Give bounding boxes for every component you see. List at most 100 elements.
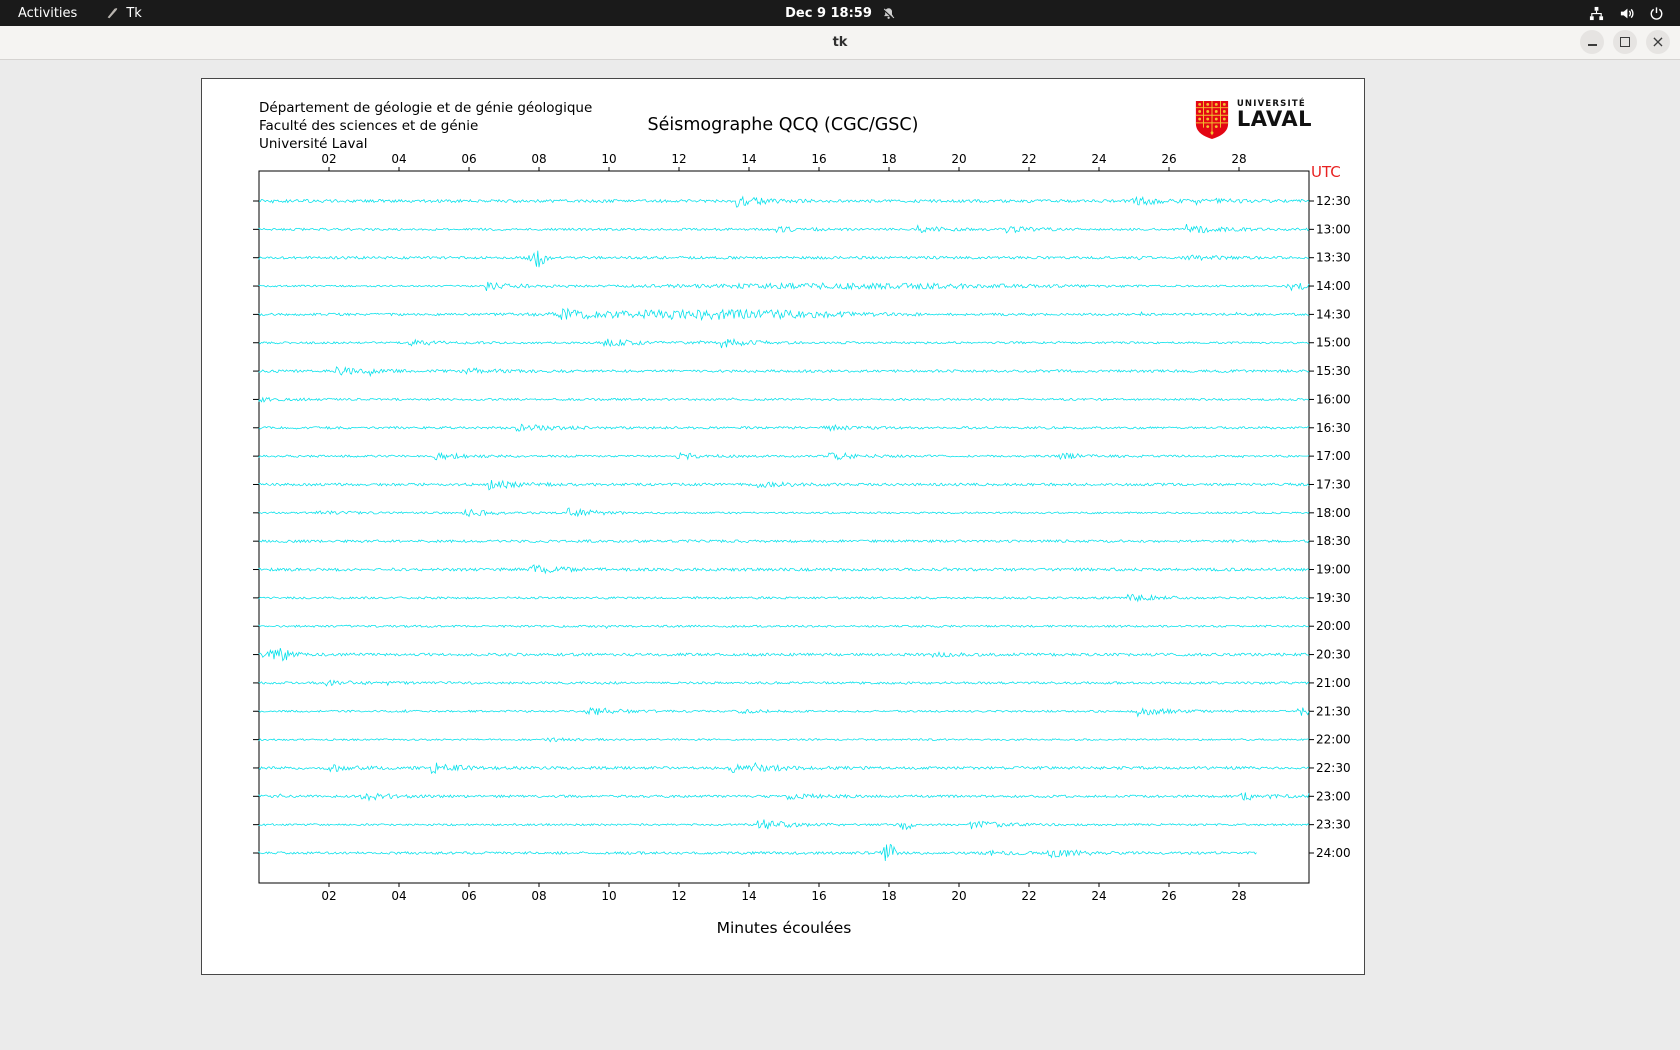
time-label: 16:30 (1316, 421, 1351, 435)
trace-row (258, 281, 1310, 292)
time-label: 23:30 (1316, 818, 1351, 832)
x-tick-label: 22 (1021, 152, 1036, 166)
volume-icon (1619, 6, 1634, 21)
x-tick-label: 18 (881, 152, 896, 166)
trace-row (258, 195, 1310, 208)
x-tick-label: 12 (671, 889, 686, 903)
trace-row (258, 564, 1310, 575)
trace-row (258, 539, 1310, 544)
window-titlebar[interactable]: tk × (0, 26, 1680, 60)
trace-row (258, 396, 1310, 403)
x-tick-label: 28 (1231, 889, 1246, 903)
x-tick-label: 20 (951, 152, 966, 166)
system-top-bar: Activities Tk Dec 9 18:59 (0, 0, 1680, 26)
window-content: Département de géologie et de génie géol… (0, 60, 1680, 1050)
time-label: 18:00 (1316, 506, 1351, 520)
plot-border (258, 170, 1310, 884)
x-tick-label: 26 (1161, 889, 1176, 903)
x-tick-label: 04 (391, 152, 406, 166)
time-label: 13:00 (1316, 222, 1351, 236)
trace-row (258, 679, 1310, 687)
x-tick-label: 24 (1091, 889, 1106, 903)
trace-row (258, 338, 1310, 349)
x-tick-label: 10 (601, 152, 616, 166)
clock-label: Dec 9 18:59 (785, 5, 872, 21)
close-icon: × (1651, 32, 1665, 51)
trace-row (258, 737, 1309, 743)
seismograph-panel: Département de géologie et de génie géol… (201, 78, 1365, 975)
x-tick-label: 28 (1231, 152, 1246, 166)
x-tick-label: 16 (811, 889, 826, 903)
time-label: 14:00 (1316, 279, 1351, 293)
trace-row (258, 624, 1310, 629)
time-label: 12:30 (1316, 194, 1351, 208)
x-tick-label: 12 (671, 152, 686, 166)
time-label: 22:00 (1316, 733, 1351, 747)
trace-row (258, 647, 1310, 662)
activities-label: Activities (18, 5, 78, 21)
trace-row (258, 593, 1310, 603)
trace-row (258, 792, 1310, 802)
time-label: 17:30 (1316, 477, 1351, 491)
time-label: 19:00 (1316, 563, 1351, 577)
activities-button[interactable]: Activities (14, 0, 81, 26)
x-tick-label: 14 (741, 152, 756, 166)
window-title: tk (832, 35, 848, 50)
time-label: 24:00 (1316, 846, 1351, 860)
time-label: 13:30 (1316, 251, 1351, 265)
system-status-area[interactable] (1589, 0, 1680, 26)
tk-app-icon (105, 6, 119, 20)
minimize-icon (1587, 44, 1597, 46)
x-tick-label: 02 (321, 889, 336, 903)
maximize-icon (1620, 37, 1630, 47)
trace-row (258, 250, 1310, 268)
x-tick-label: 26 (1161, 152, 1176, 166)
x-tick-label: 20 (951, 889, 966, 903)
time-label: 22:30 (1316, 761, 1351, 775)
x-tick-label: 02 (321, 152, 336, 166)
trace-row (258, 761, 1310, 775)
time-label: 20:00 (1316, 619, 1351, 633)
network-icon (1589, 6, 1604, 21)
minutes-axis-label: Minutes écoulées (716, 919, 852, 937)
trace-row (258, 479, 1310, 491)
x-tick-label: 06 (461, 152, 476, 166)
time-label: 18:30 (1316, 534, 1351, 548)
trace-row (258, 307, 1310, 322)
time-label: 21:00 (1316, 676, 1351, 690)
x-tick-label: 22 (1021, 889, 1036, 903)
trace-row (258, 819, 1310, 831)
x-tick-label: 10 (601, 889, 616, 903)
focused-app-menu[interactable]: Tk (101, 0, 145, 26)
time-label: 19:30 (1316, 591, 1351, 605)
notifications-muted-icon (882, 7, 895, 20)
trace-row (258, 366, 1310, 378)
time-label: 23:00 (1316, 789, 1351, 803)
trace-row (258, 423, 1309, 432)
trace-row (258, 706, 1310, 718)
time-label: 21:30 (1316, 704, 1351, 718)
x-tick-label: 08 (531, 152, 546, 166)
minimize-button[interactable] (1580, 30, 1604, 54)
time-label: 17:00 (1316, 449, 1351, 463)
clock-menu[interactable]: Dec 9 18:59 (785, 0, 895, 26)
time-label: 15:30 (1316, 364, 1351, 378)
app-menu-label: Tk (126, 5, 142, 21)
x-tick-label: 16 (811, 152, 826, 166)
x-tick-label: 04 (391, 889, 406, 903)
x-tick-label: 14 (741, 889, 756, 903)
time-label: 16:00 (1316, 392, 1351, 406)
seismogram-plot: 02 02 04 04 06 06 08 08 10 10 12 12 14 14 16 16 18 18 20 20… (253, 152, 1351, 903)
trace-row (258, 843, 1257, 862)
close-button[interactable]: × (1646, 30, 1670, 54)
x-tick-label: 24 (1091, 152, 1106, 166)
time-label: 20:30 (1316, 648, 1351, 662)
x-tick-label: 18 (881, 889, 896, 903)
power-icon (1649, 6, 1664, 21)
trace-row (258, 507, 1310, 518)
trace-row (258, 451, 1310, 461)
maximize-button[interactable] (1613, 30, 1637, 54)
time-label: 14:30 (1316, 307, 1351, 321)
trace-row (258, 224, 1310, 234)
x-tick-label: 08 (531, 889, 546, 903)
